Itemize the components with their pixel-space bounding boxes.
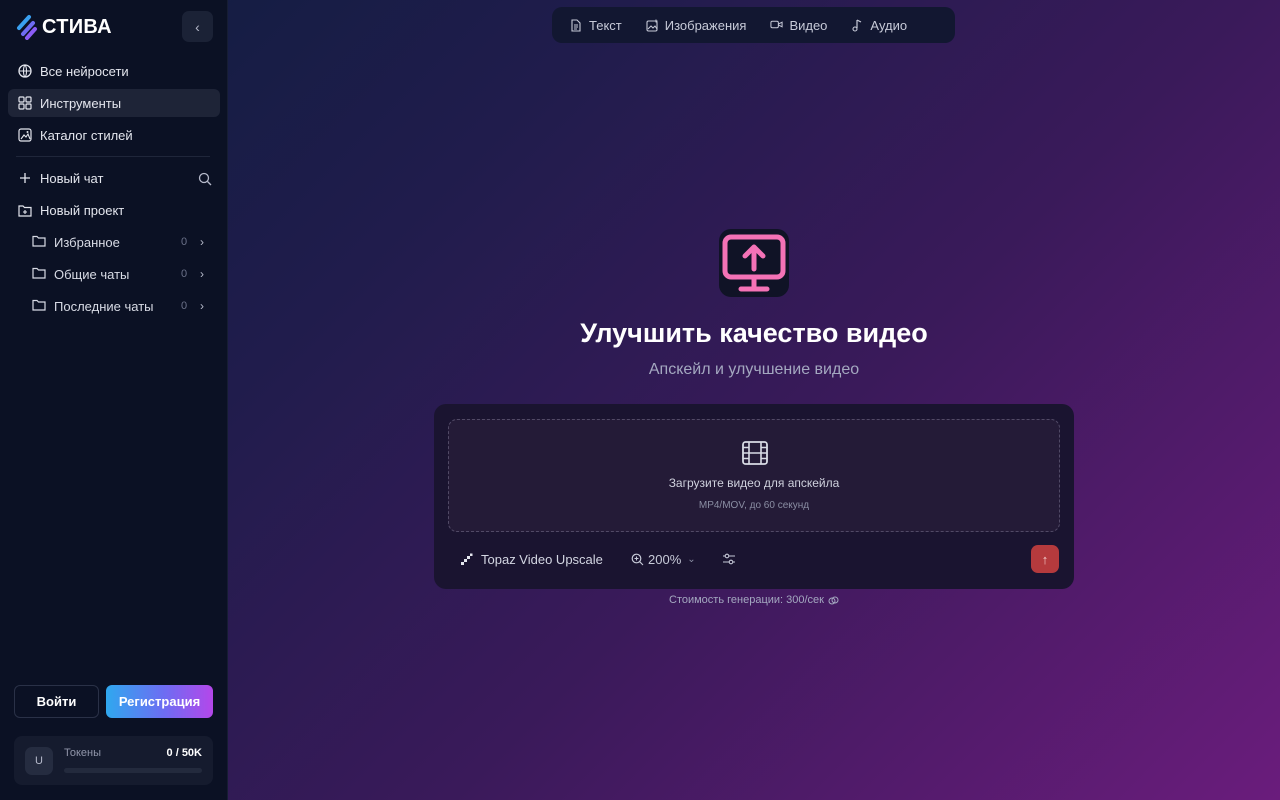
dropzone-hint: MP4/MOV, до 60 секунд bbox=[698, 500, 810, 511]
coin-icon bbox=[828, 595, 839, 606]
globe-icon bbox=[18, 64, 32, 78]
cost-text: Стоимость генерации: 300/сек bbox=[669, 594, 824, 606]
folder-label: Избранное bbox=[54, 234, 120, 250]
tab-text[interactable]: Текст bbox=[558, 11, 634, 39]
new-project-label: Новый проект bbox=[40, 202, 125, 218]
brand-name: СТИВА bbox=[42, 15, 112, 38]
folder-recent-chats[interactable]: Последние чаты 0 › bbox=[26, 292, 216, 320]
new-chat-label: Новый чат bbox=[40, 170, 104, 186]
folder-icon bbox=[32, 267, 46, 281]
chevron-left-icon: ‹ bbox=[195, 18, 200, 35]
folder-count: 0 bbox=[181, 300, 188, 312]
folder-favorites[interactable]: Избранное 0 › bbox=[26, 228, 216, 256]
document-icon bbox=[570, 18, 583, 32]
page-title: Улучшить качество видео bbox=[580, 318, 928, 348]
folder-plus-icon bbox=[18, 203, 32, 217]
scale-selector[interactable]: 200% ⌄ bbox=[631, 551, 696, 567]
folder-label: Общие чаты bbox=[54, 266, 130, 282]
chevron-right-icon: › bbox=[200, 267, 204, 281]
gallery-icon bbox=[18, 128, 32, 142]
avatar[interactable]: U bbox=[25, 747, 53, 775]
model-name: Topaz Video Upscale bbox=[481, 551, 603, 567]
scale-value: 200% bbox=[648, 551, 682, 567]
tokens-label: Токены bbox=[64, 747, 102, 759]
tab-label: Аудио bbox=[870, 17, 908, 33]
sidebar: СТИВА ‹ Все нейросети Инструменты Катало… bbox=[0, 0, 228, 800]
chevron-down-icon: ⌄ bbox=[687, 553, 696, 565]
page-subtitle: Апскейл и улучшение видео bbox=[648, 361, 860, 378]
sidebar-item-tools[interactable]: Инструменты bbox=[8, 89, 220, 117]
image-plus-icon bbox=[646, 19, 659, 32]
model-selector[interactable]: Topaz Video Upscale bbox=[460, 551, 603, 567]
arrow-up-icon: ↑ bbox=[1041, 551, 1049, 567]
folder-count: 0 bbox=[181, 268, 188, 280]
plus-icon bbox=[18, 171, 32, 185]
folder-count: 0 bbox=[181, 236, 188, 248]
dropzone-title: Загрузите видео для апскейла bbox=[668, 476, 840, 490]
music-note-icon bbox=[851, 18, 864, 32]
tab-label: Изображения bbox=[664, 17, 747, 33]
tab-images[interactable]: Изображения bbox=[634, 11, 759, 39]
generation-cost: Стоимость генерации: 300/сек bbox=[434, 594, 1074, 606]
sidebar-divider bbox=[16, 156, 210, 157]
sidebar-item-label: Инструменты bbox=[40, 95, 122, 111]
tab-audio[interactable]: Аудио bbox=[839, 11, 919, 39]
video-icon bbox=[770, 19, 784, 32]
logo-icon bbox=[16, 14, 38, 40]
sliders-icon[interactable] bbox=[722, 552, 736, 566]
collapse-sidebar-button[interactable]: ‹ bbox=[182, 11, 213, 42]
register-button[interactable]: Регистрация bbox=[106, 685, 213, 718]
video-dropzone[interactable]: Загрузите видео для апскейла MP4/MOV, до… bbox=[448, 419, 1060, 532]
new-chat-button[interactable]: Новый чат bbox=[8, 164, 188, 192]
sidebar-item-label: Все нейросети bbox=[40, 63, 129, 79]
chevron-right-icon: › bbox=[200, 299, 204, 313]
upload-panel: Загрузите видео для апскейла MP4/MOV, до… bbox=[434, 404, 1074, 589]
folder-label: Последние чаты bbox=[54, 298, 154, 314]
grid-icon bbox=[18, 96, 32, 110]
mode-tabs: Текст Изображения Видео Аудио bbox=[552, 7, 955, 43]
sidebar-item-style-catalog[interactable]: Каталог стилей bbox=[8, 121, 220, 149]
folder-icon bbox=[32, 235, 46, 249]
folder-icon bbox=[32, 299, 46, 313]
zoom-in-icon bbox=[631, 553, 644, 566]
sidebar-item-label: Каталог стилей bbox=[40, 127, 133, 143]
tokens-value: 0 / 50K bbox=[166, 747, 202, 759]
send-button[interactable]: ↑ bbox=[1031, 545, 1059, 573]
chevron-right-icon: › bbox=[200, 235, 204, 249]
new-project-button[interactable]: Новый проект bbox=[8, 196, 220, 224]
login-button[interactable]: Войти bbox=[14, 685, 99, 718]
tab-video[interactable]: Видео bbox=[758, 11, 839, 39]
film-icon bbox=[741, 440, 769, 466]
tab-label: Видео bbox=[789, 17, 828, 33]
stairs-icon bbox=[460, 553, 473, 566]
monitor-upload-icon bbox=[719, 229, 789, 297]
tab-label: Текст bbox=[589, 17, 622, 33]
sidebar-item-all-models[interactable]: Все нейросети bbox=[8, 57, 220, 85]
folder-shared-chats[interactable]: Общие чаты 0 › bbox=[26, 260, 216, 288]
tokens-widget: U Токены 0 / 50K bbox=[14, 736, 213, 785]
search-icon[interactable] bbox=[198, 172, 214, 188]
tokens-progress-bar bbox=[64, 768, 202, 773]
